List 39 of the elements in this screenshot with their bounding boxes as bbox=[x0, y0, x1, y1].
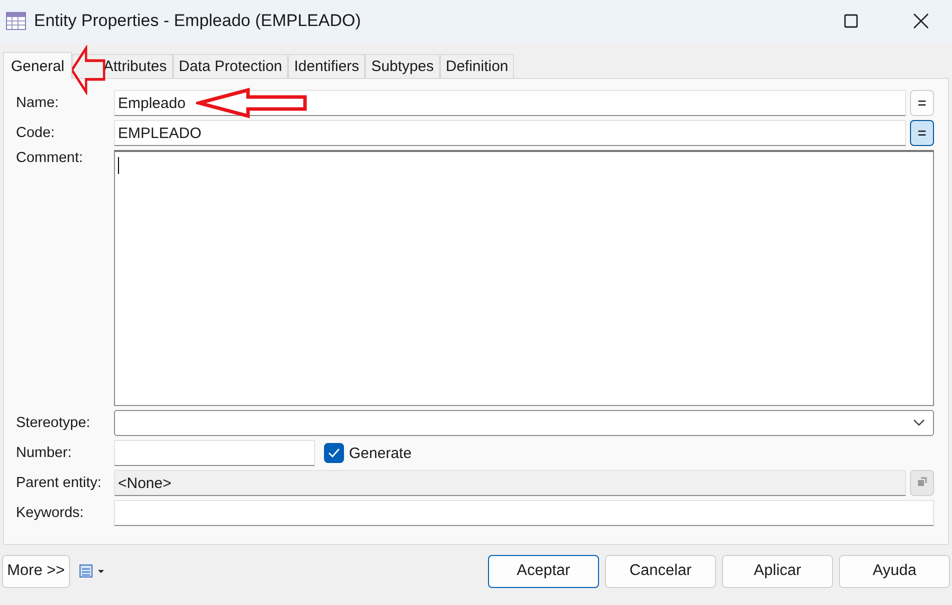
close-icon[interactable] bbox=[913, 13, 929, 29]
checkbox-label: Generate bbox=[349, 444, 412, 462]
stereotype-dropdown[interactable] bbox=[114, 410, 934, 436]
equal-button[interactable]: = bbox=[910, 90, 934, 116]
code-field[interactable]: EMPLEADO bbox=[114, 120, 906, 146]
chevron-down-icon bbox=[913, 419, 925, 427]
parent-entity-field: <None> bbox=[114, 470, 906, 496]
tab[interactable]: General bbox=[3, 52, 72, 79]
more-button[interactable]: More >> bbox=[2, 554, 70, 588]
tab[interactable]: Identifiers bbox=[288, 54, 366, 78]
annotation-arrow-icon bbox=[70, 45, 106, 95]
dialog-button[interactable]: Ayuda bbox=[839, 554, 950, 588]
field-label: Comment: bbox=[16, 150, 84, 166]
field-label: Number: bbox=[16, 445, 73, 461]
equal-button[interactable]: = bbox=[910, 120, 934, 146]
field-label: Name: bbox=[16, 95, 60, 111]
field-label: Parent entity: bbox=[16, 475, 102, 491]
tab[interactable]: Subtypes bbox=[365, 54, 440, 78]
name-field[interactable]: Empleado bbox=[114, 90, 906, 116]
number-field[interactable] bbox=[114, 440, 315, 466]
dialog-button[interactable]: Cancelar bbox=[605, 554, 716, 588]
field-label: Stereotype: bbox=[16, 415, 92, 431]
tab[interactable]: Definition bbox=[440, 54, 514, 78]
maximize-icon[interactable] bbox=[844, 14, 858, 28]
annotation-arrow-icon bbox=[196, 87, 308, 119]
window-title: Entity Properties - Empleado (EMPLEADO) bbox=[34, 11, 362, 31]
dialog-button[interactable]: Aplicar bbox=[722, 554, 833, 588]
generate-checkbox[interactable] bbox=[324, 443, 344, 463]
tab[interactable]: Attributes bbox=[72, 54, 173, 78]
properties-button[interactable] bbox=[910, 470, 934, 496]
comment-field[interactable] bbox=[114, 150, 934, 406]
table-icon bbox=[6, 12, 26, 30]
field-label: Code: bbox=[16, 125, 56, 141]
window-icon bbox=[916, 476, 928, 488]
keywords-field[interactable] bbox=[114, 500, 934, 526]
checkmark-icon bbox=[328, 448, 340, 458]
tab[interactable]: Data Protection bbox=[172, 54, 288, 78]
field-label: Keywords: bbox=[16, 505, 85, 521]
dialog-button[interactable]: Aceptar bbox=[488, 554, 599, 588]
